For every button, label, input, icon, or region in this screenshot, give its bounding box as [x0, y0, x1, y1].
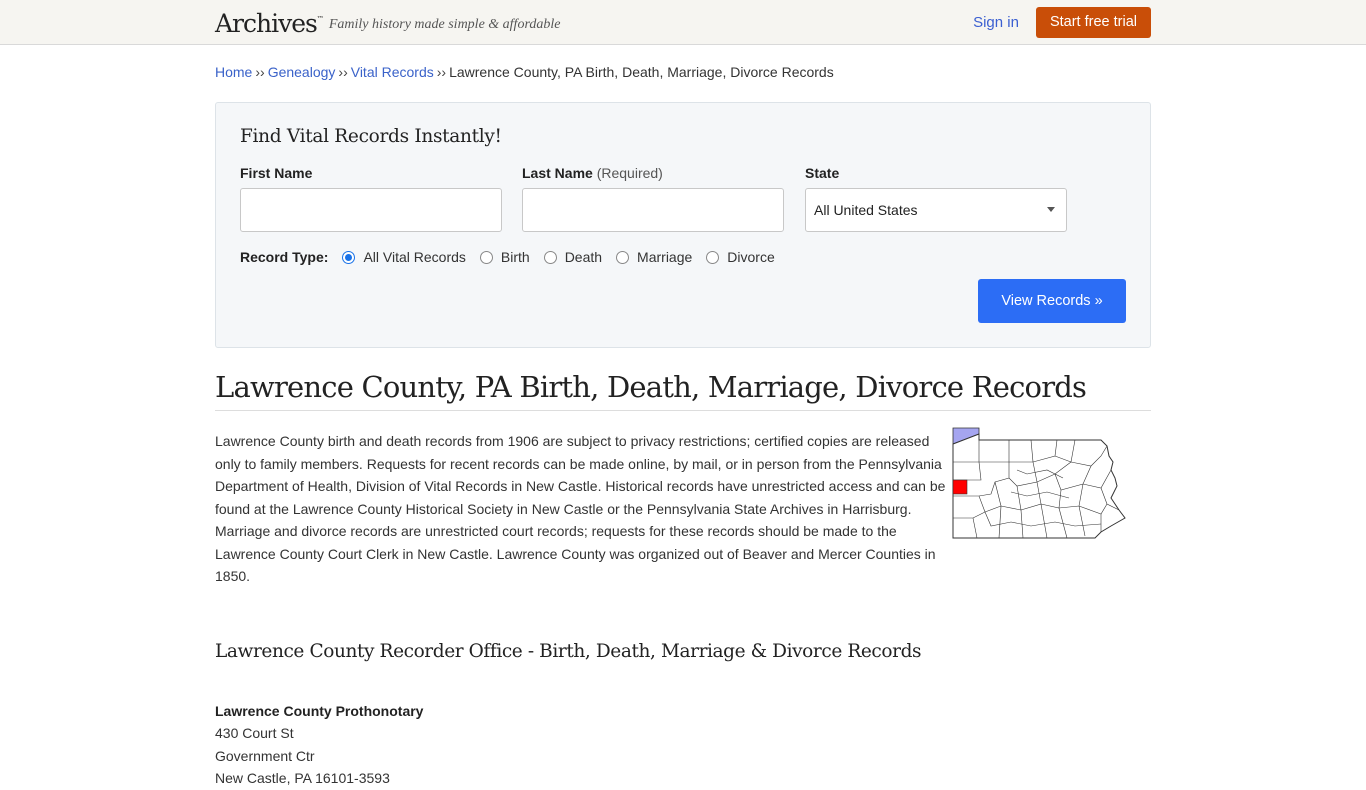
radio-button[interactable] [479, 250, 493, 264]
address-line: New Castle, PA 16101-3593 [215, 770, 390, 786]
breadcrumb-home[interactable]: Home [215, 64, 252, 80]
last-name-label: Last Name (Required) [522, 165, 784, 181]
radio-label: Birth [500, 249, 530, 265]
sign-in-link[interactable]: Sign in [973, 14, 1019, 31]
vital-records-search-form: Find Vital Records Instantly! First Name… [215, 102, 1151, 348]
radio-death[interactable]: Death [543, 249, 603, 265]
radio-button-checked[interactable] [342, 250, 356, 264]
radio-label: Marriage [637, 249, 693, 265]
breadcrumb-vital-records[interactable]: Vital Records [351, 64, 434, 80]
record-type-label: Record Type: [240, 249, 329, 265]
required-hint: (Required) [596, 165, 663, 181]
top-navigation-bar: Archives™ Family history made simple & a… [0, 0, 1366, 45]
first-name-group: First Name [240, 165, 502, 232]
first-name-label: First Name [240, 165, 313, 181]
office-name: Lawrence County Prothonotary [215, 702, 424, 719]
chevron-down-icon [1047, 207, 1055, 212]
breadcrumb: Home ›› Genealogy ›› Vital Records ›› Lawrence… [215, 64, 1151, 80]
breadcrumb-separator: ›› [255, 64, 265, 80]
radio-button[interactable] [543, 250, 557, 264]
breadcrumb-separator: ›› [338, 64, 348, 80]
radio-all-vital-records[interactable]: All Vital Records [342, 249, 466, 265]
last-name-group: Last Name (Required) [522, 165, 784, 232]
radio-marriage[interactable]: Marriage [616, 249, 692, 265]
logo-text: Archives [215, 8, 318, 38]
page-title: Lawrence County, PA Birth, Death, Marria… [215, 370, 1151, 411]
last-name-input[interactable] [522, 188, 784, 232]
lawrence-county-highlight [952, 479, 968, 495]
start-free-trial-button[interactable]: Start free trial [1035, 6, 1151, 38]
pennsylvania-county-map [952, 427, 1126, 539]
record-type-group: Record Type: All Vital Records Birth Dea… [240, 249, 789, 265]
state-select-value: All United States [814, 202, 918, 218]
state-label: State [805, 165, 840, 181]
radio-button[interactable] [706, 250, 720, 264]
trademark-mark: ™ [316, 14, 324, 23]
breadcrumb-current: Lawrence County, PA Birth, Death, Marria… [449, 64, 834, 80]
tagline: Family history made simple & affordable [328, 17, 561, 32]
radio-button[interactable] [616, 250, 630, 264]
breadcrumb-genealogy[interactable]: Genealogy [268, 64, 336, 80]
radio-label: All Vital Records [363, 249, 466, 265]
archives-logo[interactable]: Archives™ [215, 9, 324, 38]
radio-label: Divorce [727, 249, 775, 265]
breadcrumb-separator: ›› [436, 64, 447, 80]
first-name-input[interactable] [240, 188, 502, 232]
address-line: 430 Court St [215, 725, 294, 741]
radio-birth[interactable]: Birth [479, 249, 530, 265]
last-name-label-text: Last Name [522, 165, 593, 181]
search-form-title: Find Vital Records Instantly! [240, 126, 502, 147]
radio-label: Death [564, 249, 603, 265]
recorder-office-heading: Lawrence County Recorder Office - Birth,… [215, 640, 922, 662]
state-group: State All United States [805, 165, 1067, 232]
county-description-section: Lawrence County birth and death records … [215, 427, 1151, 588]
view-records-button[interactable]: View Records » [978, 279, 1126, 323]
office-address-block: Lawrence County Prothonotary 430 Court S… [215, 700, 1151, 790]
state-select[interactable]: All United States [805, 188, 1067, 232]
county-description: Lawrence County birth and death records … [215, 433, 946, 584]
radio-divorce[interactable]: Divorce [706, 249, 775, 265]
address-line: Government Ctr [215, 747, 315, 764]
